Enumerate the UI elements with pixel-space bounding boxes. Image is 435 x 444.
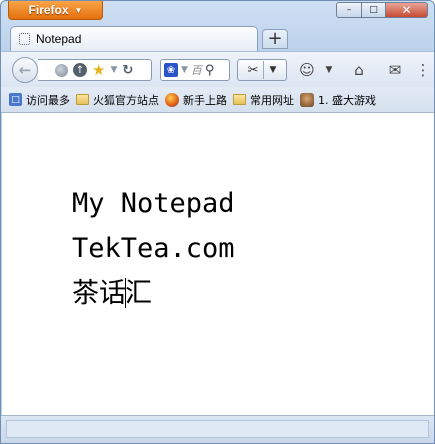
notepad-editor[interactable]: My Notepad TekTea.com 茶话汇 bbox=[72, 181, 235, 316]
firefox-menu-button[interactable]: Firefox ▼ bbox=[8, 1, 103, 20]
note-line: My Notepad bbox=[72, 188, 235, 219]
new-tab-button[interactable]: + bbox=[262, 29, 288, 49]
chevron-down-icon[interactable]: ▼ bbox=[319, 61, 339, 79]
chevron-down-icon: ▼ bbox=[269, 65, 277, 75]
note-line: TekTea.com bbox=[72, 233, 235, 264]
bookmark-firefox-official[interactable]: 火狐官方站点 bbox=[76, 92, 159, 108]
note-line-text: 茶话 bbox=[72, 278, 126, 309]
smiley-icon[interactable]: ☺ bbox=[297, 61, 317, 79]
arrow-left-icon: ← bbox=[18, 61, 32, 79]
window-controls: – □ ✕ bbox=[336, 2, 428, 18]
title-bar: Firefox ▼ – □ ✕ bbox=[1, 1, 434, 23]
close-button[interactable]: ✕ bbox=[386, 2, 428, 18]
note-line-text: 汇 bbox=[125, 278, 152, 309]
note-line: 茶话汇 bbox=[72, 271, 235, 316]
bookmark-star-icon[interactable]: ★ bbox=[92, 62, 105, 78]
search-bar[interactable]: ❀ ▼ 百 ⚲ bbox=[160, 59, 230, 81]
minimize-button[interactable]: – bbox=[336, 2, 362, 18]
bookmark-label: 1. 盛大游戏 bbox=[318, 93, 376, 107]
bookmark-label: 常用网址 bbox=[250, 93, 294, 107]
bookmark-label: 访问最多 bbox=[26, 93, 70, 107]
bookmark-most-visited[interactable]: □ 访问最多 bbox=[9, 92, 70, 108]
firefox-menu-label: Firefox bbox=[28, 3, 69, 17]
folder-icon bbox=[76, 94, 89, 105]
mail-icon[interactable]: ✉ bbox=[385, 61, 405, 79]
bookmark-common-sites[interactable]: 常用网址 bbox=[233, 92, 294, 108]
chevron-down-icon[interactable]: ▼ bbox=[181, 65, 188, 75]
screenshot-icon: ✂ bbox=[247, 62, 259, 78]
url-bar[interactable]: ↑ ★ ▼ ↻ bbox=[38, 59, 152, 81]
bookmark-shanda-games[interactable]: 1. 盛大游戏 bbox=[300, 92, 376, 108]
game-icon bbox=[300, 92, 314, 107]
tab-strip: Notepad + bbox=[1, 23, 434, 51]
bookmark-label: 火狐官方站点 bbox=[93, 93, 159, 107]
chevron-down-icon: ▼ bbox=[74, 5, 83, 15]
bookmark-getting-started[interactable]: 新手上路 bbox=[165, 92, 227, 108]
tab-notepad[interactable]: Notepad bbox=[10, 26, 258, 51]
browser-window: Firefox ▼ – □ ✕ Notepad + ↑ ★ ▼ ↻ ← ❀ ▼ bbox=[0, 0, 435, 444]
search-icon[interactable]: ⚲ bbox=[205, 63, 215, 78]
bookmarks-toolbar: □ 访问最多 火狐官方站点 新手上路 常用网址 1. 盛大游戏 bbox=[1, 87, 434, 113]
globe-icon bbox=[55, 63, 68, 77]
search-engine-icon[interactable]: ❀ bbox=[164, 63, 178, 77]
tab-label: Notepad bbox=[36, 32, 82, 46]
page-content[interactable]: My Notepad TekTea.com 茶话汇 bbox=[2, 113, 434, 417]
bookmark-label: 新手上路 bbox=[183, 93, 227, 107]
navigation-toolbar: ↑ ★ ▼ ↻ ← ❀ ▼ 百 ⚲ ✂ ▼ ☺ ▼ ⌂ ✉ ⋮ bbox=[1, 51, 434, 88]
status-bar-panel bbox=[6, 420, 429, 438]
back-button[interactable]: ← bbox=[12, 57, 38, 83]
bookmarks-menu-icon: □ bbox=[9, 93, 22, 106]
folder-icon bbox=[233, 94, 246, 105]
status-bar bbox=[1, 415, 434, 443]
chevron-down-icon[interactable]: ▼ bbox=[110, 65, 117, 75]
firefox-icon bbox=[165, 92, 179, 107]
history-icon[interactable]: ↑ bbox=[73, 63, 87, 77]
home-icon[interactable]: ⌂ bbox=[349, 61, 369, 79]
screenshot-button[interactable]: ✂ ▼ bbox=[237, 59, 287, 81]
page-icon bbox=[19, 33, 30, 45]
overflow-icon[interactable]: ⋮ bbox=[416, 61, 431, 79]
reload-icon[interactable]: ↻ bbox=[122, 63, 133, 78]
search-input[interactable]: 百 bbox=[191, 62, 202, 78]
maximize-button[interactable]: □ bbox=[362, 2, 386, 18]
